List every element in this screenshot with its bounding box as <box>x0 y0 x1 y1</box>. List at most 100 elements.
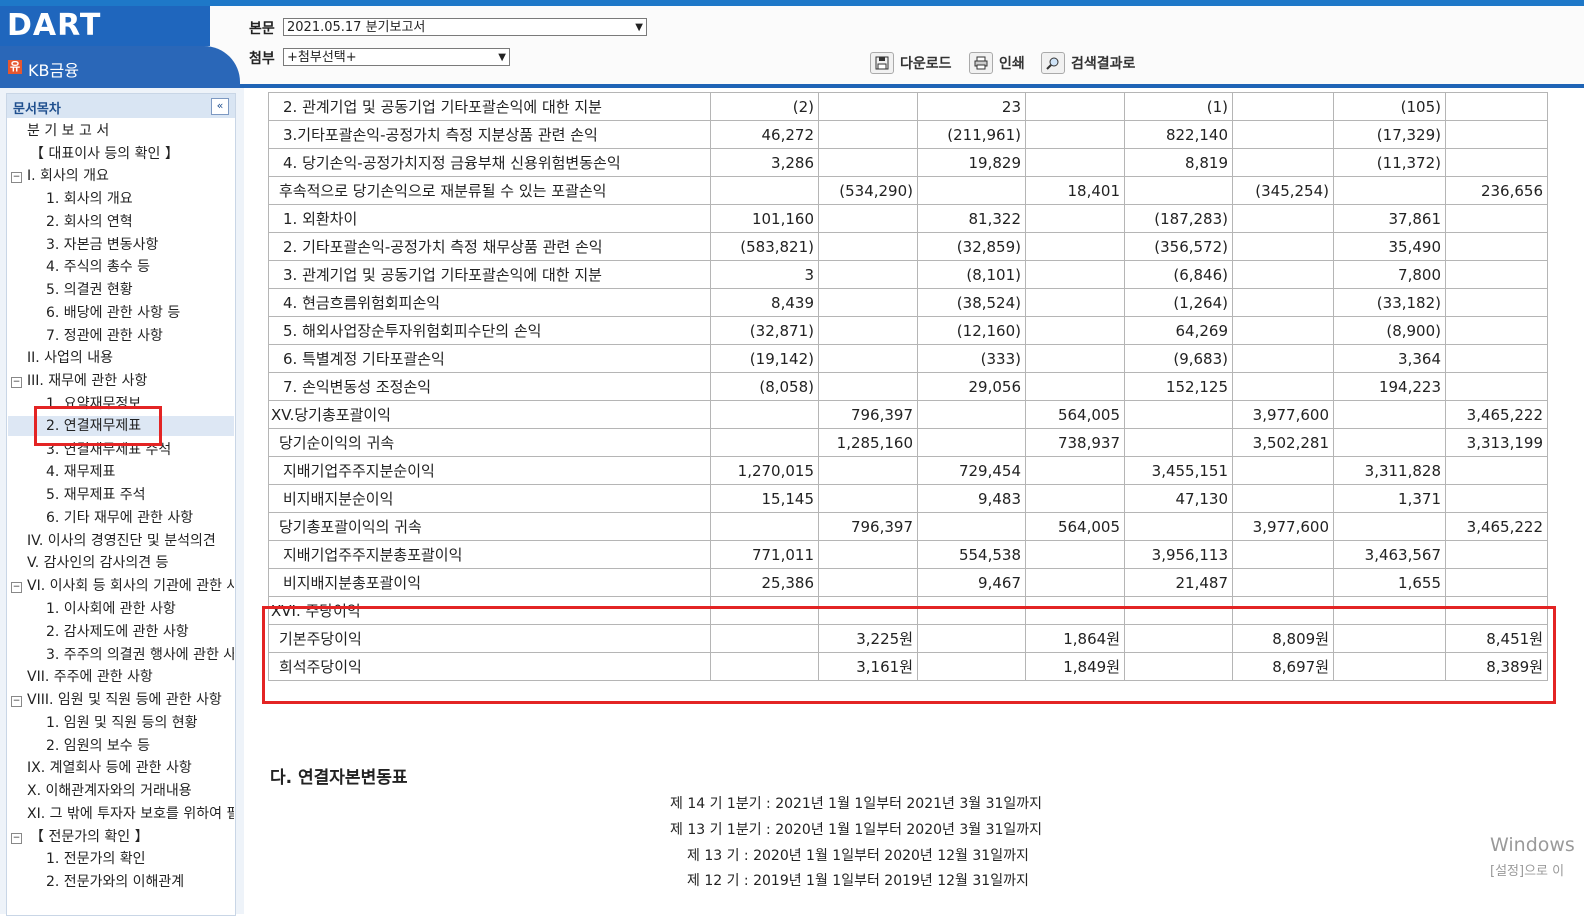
toc-item-section-3[interactable]: III. 재무에 관한 사항 <box>27 371 147 391</box>
print-button[interactable]: 인쇄 <box>969 52 1025 74</box>
toc-title: 문서목차 <box>13 102 61 117</box>
value-cell: 3,286 <box>710 148 819 177</box>
toc-item-expert-2[interactable]: 2. 전문가와의 이해관계 <box>46 872 184 892</box>
financial-table-body: 2. 관계기업 및 공동기업 기타포괄손익에 대한 지분 (2) 23 (1) (105… <box>268 92 1548 681</box>
value-cell: 46,272 <box>710 120 819 149</box>
value-cell <box>1124 428 1233 457</box>
toc-item-3-5[interactable]: 5. 재무제표 주석 <box>46 485 146 505</box>
value-cell <box>917 176 1026 205</box>
toc-item-1-5[interactable]: 5. 의결권 현황 <box>46 280 133 300</box>
attachment-select[interactable]: +첨부선택+ ▼ <box>283 48 510 66</box>
value-cell: (187,283) <box>1124 204 1233 233</box>
search-results-label: 검색결과로 <box>1071 56 1136 72</box>
value-cell <box>1232 148 1334 177</box>
value-cell: (38,524) <box>917 288 1026 317</box>
collapse-toggle-icon[interactable]: − <box>11 696 22 707</box>
toc-item-section-4[interactable]: IV. 이사의 경영진단 및 분석의견 <box>27 531 234 551</box>
value-cell: (2) <box>710 92 819 121</box>
row-label-cell: 7. 손익변동성 조정손익 <box>268 372 711 401</box>
chevron-down-icon: ▼ <box>635 22 643 33</box>
main-doc-select[interactable]: 2021.05.17 분기보고서 ▼ <box>283 18 647 36</box>
value-cell <box>1445 288 1548 317</box>
toc-item-section-10[interactable]: X. 이해관계자와의 거래내용 <box>27 781 192 801</box>
toc-item-section-2[interactable]: II. 사업의 내용 <box>27 348 113 368</box>
toc-item-section-7[interactable]: VII. 주주에 관한 사항 <box>27 667 153 687</box>
toc-highlight-box <box>34 406 162 446</box>
main-doc-select-value: 2021.05.17 분기보고서 <box>287 20 426 35</box>
value-cell <box>1232 344 1334 373</box>
value-cell: (32,871) <box>710 316 819 345</box>
toc-item-section-5[interactable]: V. 감사인의 감사의견 등 <box>27 553 169 573</box>
value-cell: 9,483 <box>917 484 1026 513</box>
toc-item-1-7[interactable]: 7. 정관에 관한 사항 <box>46 326 163 346</box>
toc-item-report[interactable]: 분 기 보 고 서 <box>27 121 109 141</box>
value-cell <box>1232 260 1334 289</box>
brand-block: DART 유 KB금융 <box>0 6 240 88</box>
value-cell <box>818 232 918 261</box>
toc-item-6-3[interactable]: 3. 주주의 의결권 행사에 관한 사항 <box>46 645 234 665</box>
toc-item-section-11[interactable]: XI. 그 밖에 투자자 보호를 위하여 필요한 사항 <box>27 804 234 824</box>
period-line: 제 14 기 1분기 : 2021년 1월 1일부터 2021년 3월 31일까… <box>670 796 1043 812</box>
value-cell: (534,290) <box>818 176 918 205</box>
value-cell: 19,829 <box>917 148 1026 177</box>
value-cell: (8,900) <box>1333 316 1446 345</box>
value-cell: 8,439 <box>710 288 819 317</box>
collapse-toggle-icon[interactable]: − <box>11 172 22 183</box>
attachment-label: 첨부 <box>249 51 275 67</box>
value-cell: 1,270,015 <box>710 456 819 485</box>
toc-item-section-6[interactable]: VI. 이사회 등 회사의 기관에 관한 사항 <box>27 576 234 596</box>
value-cell: 9,467 <box>917 568 1026 597</box>
toc-item-6-1[interactable]: 1. 이사회에 관한 사항 <box>46 599 176 619</box>
value-cell: 35,490 <box>1333 232 1446 261</box>
toc-item-ceo-confirm[interactable]: 【 대표이사 등의 확인 】 <box>30 144 179 164</box>
download-button[interactable]: 다운로드 <box>870 52 952 74</box>
value-cell: (32,859) <box>917 232 1026 261</box>
value-cell <box>1025 288 1125 317</box>
value-cell <box>1025 484 1125 513</box>
toc-item-8-1[interactable]: 1. 임원 및 직원 등의 현황 <box>46 713 198 733</box>
value-cell <box>1232 372 1334 401</box>
toc-item-1-2[interactable]: 2. 회사의 연혁 <box>46 212 133 232</box>
search-results-button[interactable]: 검색결과로 <box>1041 52 1135 74</box>
value-cell: (17,329) <box>1333 120 1446 149</box>
toc-item-expert-1[interactable]: 1. 전문가의 확인 <box>46 849 146 869</box>
toc-item-6-2[interactable]: 2. 감사제도에 관한 사항 <box>46 622 189 642</box>
row-label-cell: 5. 해외사업장순투자위험회피수단의 손익 <box>268 316 711 345</box>
value-cell <box>1232 316 1334 345</box>
value-cell: 738,937 <box>1025 428 1125 457</box>
toc-item-1-3[interactable]: 3. 자본금 변동사항 <box>46 235 158 255</box>
value-cell <box>1445 316 1548 345</box>
collapse-toggle-icon[interactable]: − <box>11 833 22 844</box>
value-cell <box>1232 456 1334 485</box>
toc-item-section-1[interactable]: I. 회사의 개요 <box>27 166 109 186</box>
row-label-cell: 당기순이익의 귀속 <box>268 428 711 457</box>
toc-item-expert[interactable]: 【 전문가의 확인 】 <box>30 827 149 847</box>
toc-item-8-2[interactable]: 2. 임원의 보수 등 <box>46 736 150 756</box>
toc-item-1-4[interactable]: 4. 주식의 총수 등 <box>46 257 150 277</box>
table-row: 3.기타포괄손익-공정가치 측정 지분상품 관련 손익 46,272 (211,96… <box>268 120 1548 149</box>
value-cell: 3,977,600 <box>1232 512 1334 541</box>
value-cell: 564,005 <box>1025 400 1125 429</box>
collapse-toggle-icon[interactable]: − <box>11 582 22 593</box>
value-cell <box>818 92 918 121</box>
value-cell: (211,961) <box>917 120 1026 149</box>
value-cell <box>818 484 918 513</box>
toc-header: 문서목차 « <box>7 94 235 118</box>
toc-item-3-4[interactable]: 4. 재무제표 <box>46 462 115 482</box>
dart-logo[interactable]: DART <box>7 8 101 43</box>
collapse-sidebar-button[interactable]: « <box>211 98 229 115</box>
row-label-cell: 4. 현금흐름위험회피손익 <box>268 288 711 317</box>
value-cell <box>1025 456 1125 485</box>
toc-item-1-1[interactable]: 1. 회사의 개요 <box>46 189 133 209</box>
toc-item-section-9[interactable]: IX. 계열회사 등에 관한 사항 <box>27 758 192 778</box>
toc-item-section-8[interactable]: VIII. 임원 및 직원 등에 관한 사항 <box>27 690 234 710</box>
table-row: 6. 특별계정 기타포괄손익 (19,142) (333) (9,683) 3,364 <box>268 344 1548 373</box>
value-cell <box>1025 204 1125 233</box>
collapse-toggle-icon[interactable]: − <box>11 377 22 388</box>
value-cell: 64,269 <box>1124 316 1233 345</box>
table-row: 1. 외환차이 101,160 81,322 (187,283) 37,861 <box>268 204 1548 233</box>
toc-item-1-6[interactable]: 6. 배당에 관한 사항 등 <box>46 303 180 323</box>
row-label-cell: 지배기업주주지분총포괄이익 <box>268 540 711 569</box>
toc-item-3-6[interactable]: 6. 기타 재무에 관한 사항 <box>46 508 193 528</box>
document-content[interactable]: 2. 관계기업 및 공동기업 기타포괄손익에 대한 지분 (2) 23 (1) (105… <box>244 88 1584 914</box>
